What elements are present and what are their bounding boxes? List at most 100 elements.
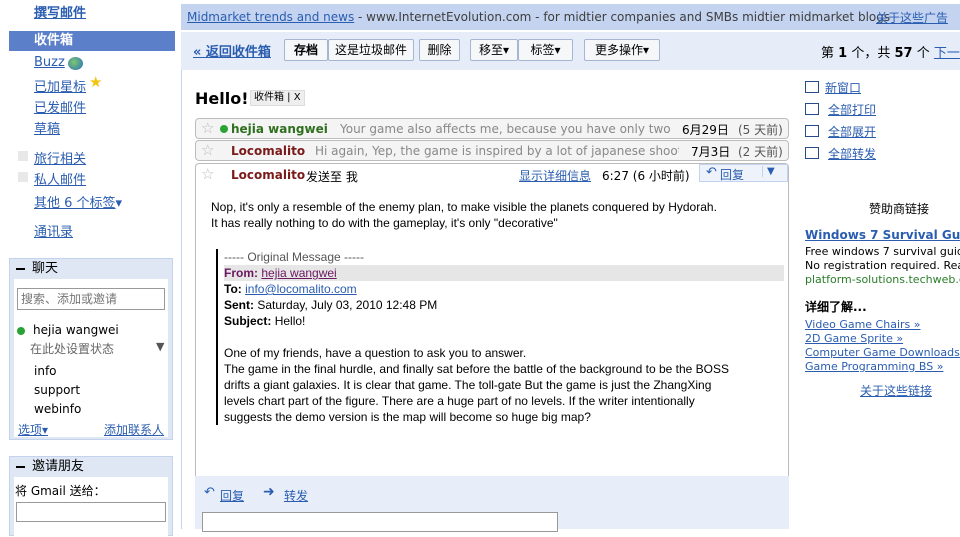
new-window-icon xyxy=(805,81,819,93)
body-line: Nop, it's only a resemble of the enemy p… xyxy=(211,200,717,214)
invite-label: 将 Gmail 送给： xyxy=(15,484,106,498)
minimize-icon[interactable] xyxy=(16,268,25,270)
sidebar-item-drafts[interactable]: 草稿 xyxy=(34,118,60,137)
thread-subject: Hello! xyxy=(195,89,249,108)
sidebar-item-sent[interactable]: 已发邮件 xyxy=(34,97,86,116)
label-color-swatch xyxy=(18,172,28,182)
minimize-icon[interactable] xyxy=(16,466,25,468)
message-date: 7月3日 xyxy=(691,145,731,159)
message-ago: (2 天前) xyxy=(738,145,783,159)
sidebar-item-inbox[interactable]: 收件箱 xyxy=(9,31,175,51)
sidebar-item-buzz[interactable]: Buzz xyxy=(34,55,65,70)
sent-label: Sent: xyxy=(224,298,254,312)
invite-title: 邀请朋友 xyxy=(32,459,85,474)
chat-body: hejia wangwei 在此处设置状态 ▼ info support web… xyxy=(14,279,168,437)
online-status-icon xyxy=(17,327,25,335)
related-link[interactable]: 2D Game Sprite » xyxy=(805,332,903,345)
sidebar-contacts[interactable]: 通讯录 xyxy=(34,221,73,240)
to-link[interactable]: info@locomalito.com xyxy=(245,282,357,296)
ad-title-link[interactable]: Windows 7 Survival Guide xyxy=(805,228,960,242)
chat-contact[interactable]: webinfo xyxy=(34,402,81,416)
about-ads-link[interactable]: 关于这些广告 xyxy=(876,9,948,26)
forward-all-link[interactable]: 全部转发 xyxy=(828,145,876,162)
pager-index: 1 xyxy=(838,46,848,61)
sidebar-label-personal[interactable]: 私人邮件 xyxy=(34,169,86,188)
chat-options-text: 选项 xyxy=(18,423,43,437)
reply-dropdown-icon[interactable]: ▼ xyxy=(762,166,775,177)
sidebar-more-labels[interactable]: 其他 6 个标签▾ xyxy=(34,192,122,211)
message-sender: Locomalito xyxy=(231,168,306,182)
archive-button[interactable]: 存档 xyxy=(284,39,328,61)
quick-reply-box[interactable] xyxy=(202,512,558,532)
pager: 第 1 个，共 57 个 下一 xyxy=(821,42,960,61)
chat-contact[interactable]: support xyxy=(34,383,80,397)
ad-bar: Midmarket trends and news - www.Internet… xyxy=(181,4,960,30)
invite-panel: 邀请朋友 将 Gmail 送给： xyxy=(9,456,173,537)
status-dropdown-icon[interactable]: ▼ xyxy=(156,340,164,353)
collapsed-message[interactable]: ☆ Locomalito Hi again, Yep, the game is … xyxy=(195,140,789,161)
quoted-line: levels chart part of the figure. There a… xyxy=(224,394,695,408)
star-toggle-icon[interactable]: ☆ xyxy=(201,165,214,184)
report-spam-button[interactable]: 这是垃圾邮件 xyxy=(328,39,414,61)
forward-link[interactable]: 转发 xyxy=(284,487,308,504)
next-link[interactable]: 下一 xyxy=(934,46,960,61)
show-details-link[interactable]: 显示详细信息 xyxy=(519,167,591,184)
expand-all-icon xyxy=(805,125,819,137)
sidebar-item-starred[interactable]: 已加星标 xyxy=(34,76,86,95)
related-link[interactable]: Computer Game Downloads » xyxy=(805,346,960,359)
message-sender: hejia wangwei xyxy=(231,122,328,136)
to-label: To: xyxy=(224,282,242,296)
related-link[interactable]: Game Programming BS » xyxy=(805,360,943,373)
reply-link[interactable]: 回复 xyxy=(220,487,244,504)
message-ago: (5 天前) xyxy=(738,123,783,137)
back-to-inbox-link[interactable]: « 返回收件箱 xyxy=(193,41,271,60)
delete-button[interactable]: 删除 xyxy=(419,39,460,61)
chat-contact[interactable]: info xyxy=(34,364,57,378)
chat-search-input[interactable] xyxy=(17,288,165,310)
chat-status-field[interactable]: 在此处设置状态 xyxy=(30,340,114,357)
label-chip-text: 收件箱 xyxy=(254,92,284,103)
message-date: 6月29日 xyxy=(682,123,729,137)
pager-middle: 个，共 xyxy=(851,46,891,61)
related-link[interactable]: Video Game Chairs » xyxy=(805,318,921,331)
chat-user-name: hejia wangwei xyxy=(33,323,119,337)
chat-header[interactable]: 聊天 xyxy=(10,259,172,279)
star-toggle-icon[interactable]: ☆ xyxy=(201,119,214,138)
thread-view: Hello! 收件箱 | X ☆ hejia wangwei Your game… xyxy=(181,70,801,532)
add-contact-link[interactable]: 添加联系人 xyxy=(104,421,164,438)
more-labels-text: 其他 6 个标签 xyxy=(34,196,116,211)
move-to-button[interactable]: 移至▾ xyxy=(470,39,518,61)
ad-line: No registration required. Read no xyxy=(805,259,960,272)
compose-link[interactable]: 撰写邮件 xyxy=(34,2,86,21)
star-icon: ★ xyxy=(89,73,103,91)
new-window-link[interactable]: 新窗口 xyxy=(825,79,861,96)
labels-button[interactable]: 标签▾ xyxy=(518,39,573,61)
ad-text: - www.InternetEvolution.com - for midtie… xyxy=(354,10,891,24)
quoted-line: One of my friends, have a question to as… xyxy=(224,346,527,360)
online-status-icon xyxy=(220,125,228,133)
message-snippet: Your game also affects me, because you h… xyxy=(340,122,674,136)
remove-label-icon[interactable]: X xyxy=(294,92,301,103)
sidebar-label-travel[interactable]: 旅行相关 xyxy=(34,148,86,167)
invite-email-input[interactable] xyxy=(16,502,166,522)
forward-all-icon xyxy=(805,147,819,159)
from-label: From: xyxy=(224,266,258,280)
chat-options-link[interactable]: 选项▾ xyxy=(18,421,48,438)
sponsored-links-title: 赞助商链接 xyxy=(869,202,930,216)
from-link[interactable]: hejia wangwei xyxy=(261,266,336,280)
about-links-link[interactable]: 关于这些链接 xyxy=(860,382,932,399)
star-toggle-icon[interactable]: ☆ xyxy=(201,141,214,160)
quoted-line: drifts a giant galaxies. It is clear tha… xyxy=(224,378,712,392)
reply-button-group: ↶ 回复 ▼ xyxy=(699,164,788,182)
body-line: It has really nothing to do with the gam… xyxy=(211,216,558,230)
print-all-link[interactable]: 全部打印 xyxy=(828,101,876,118)
forward-arrow-icon: ➜ xyxy=(263,484,275,500)
expand-all-link[interactable]: 全部展开 xyxy=(828,123,876,140)
reply-arrow-icon: ↶ xyxy=(706,165,717,180)
invite-header[interactable]: 邀请朋友 xyxy=(10,457,172,477)
quoted-message: ----- Original Message ----- From: hejia… xyxy=(216,249,784,425)
more-actions-button[interactable]: 更多操作▾ xyxy=(584,39,660,61)
collapsed-message[interactable]: ☆ hejia wangwei Your game also affects m… xyxy=(195,118,789,139)
ad-link[interactable]: Midmarket trends and news xyxy=(187,10,354,24)
reply-button[interactable]: 回复 xyxy=(720,166,744,183)
